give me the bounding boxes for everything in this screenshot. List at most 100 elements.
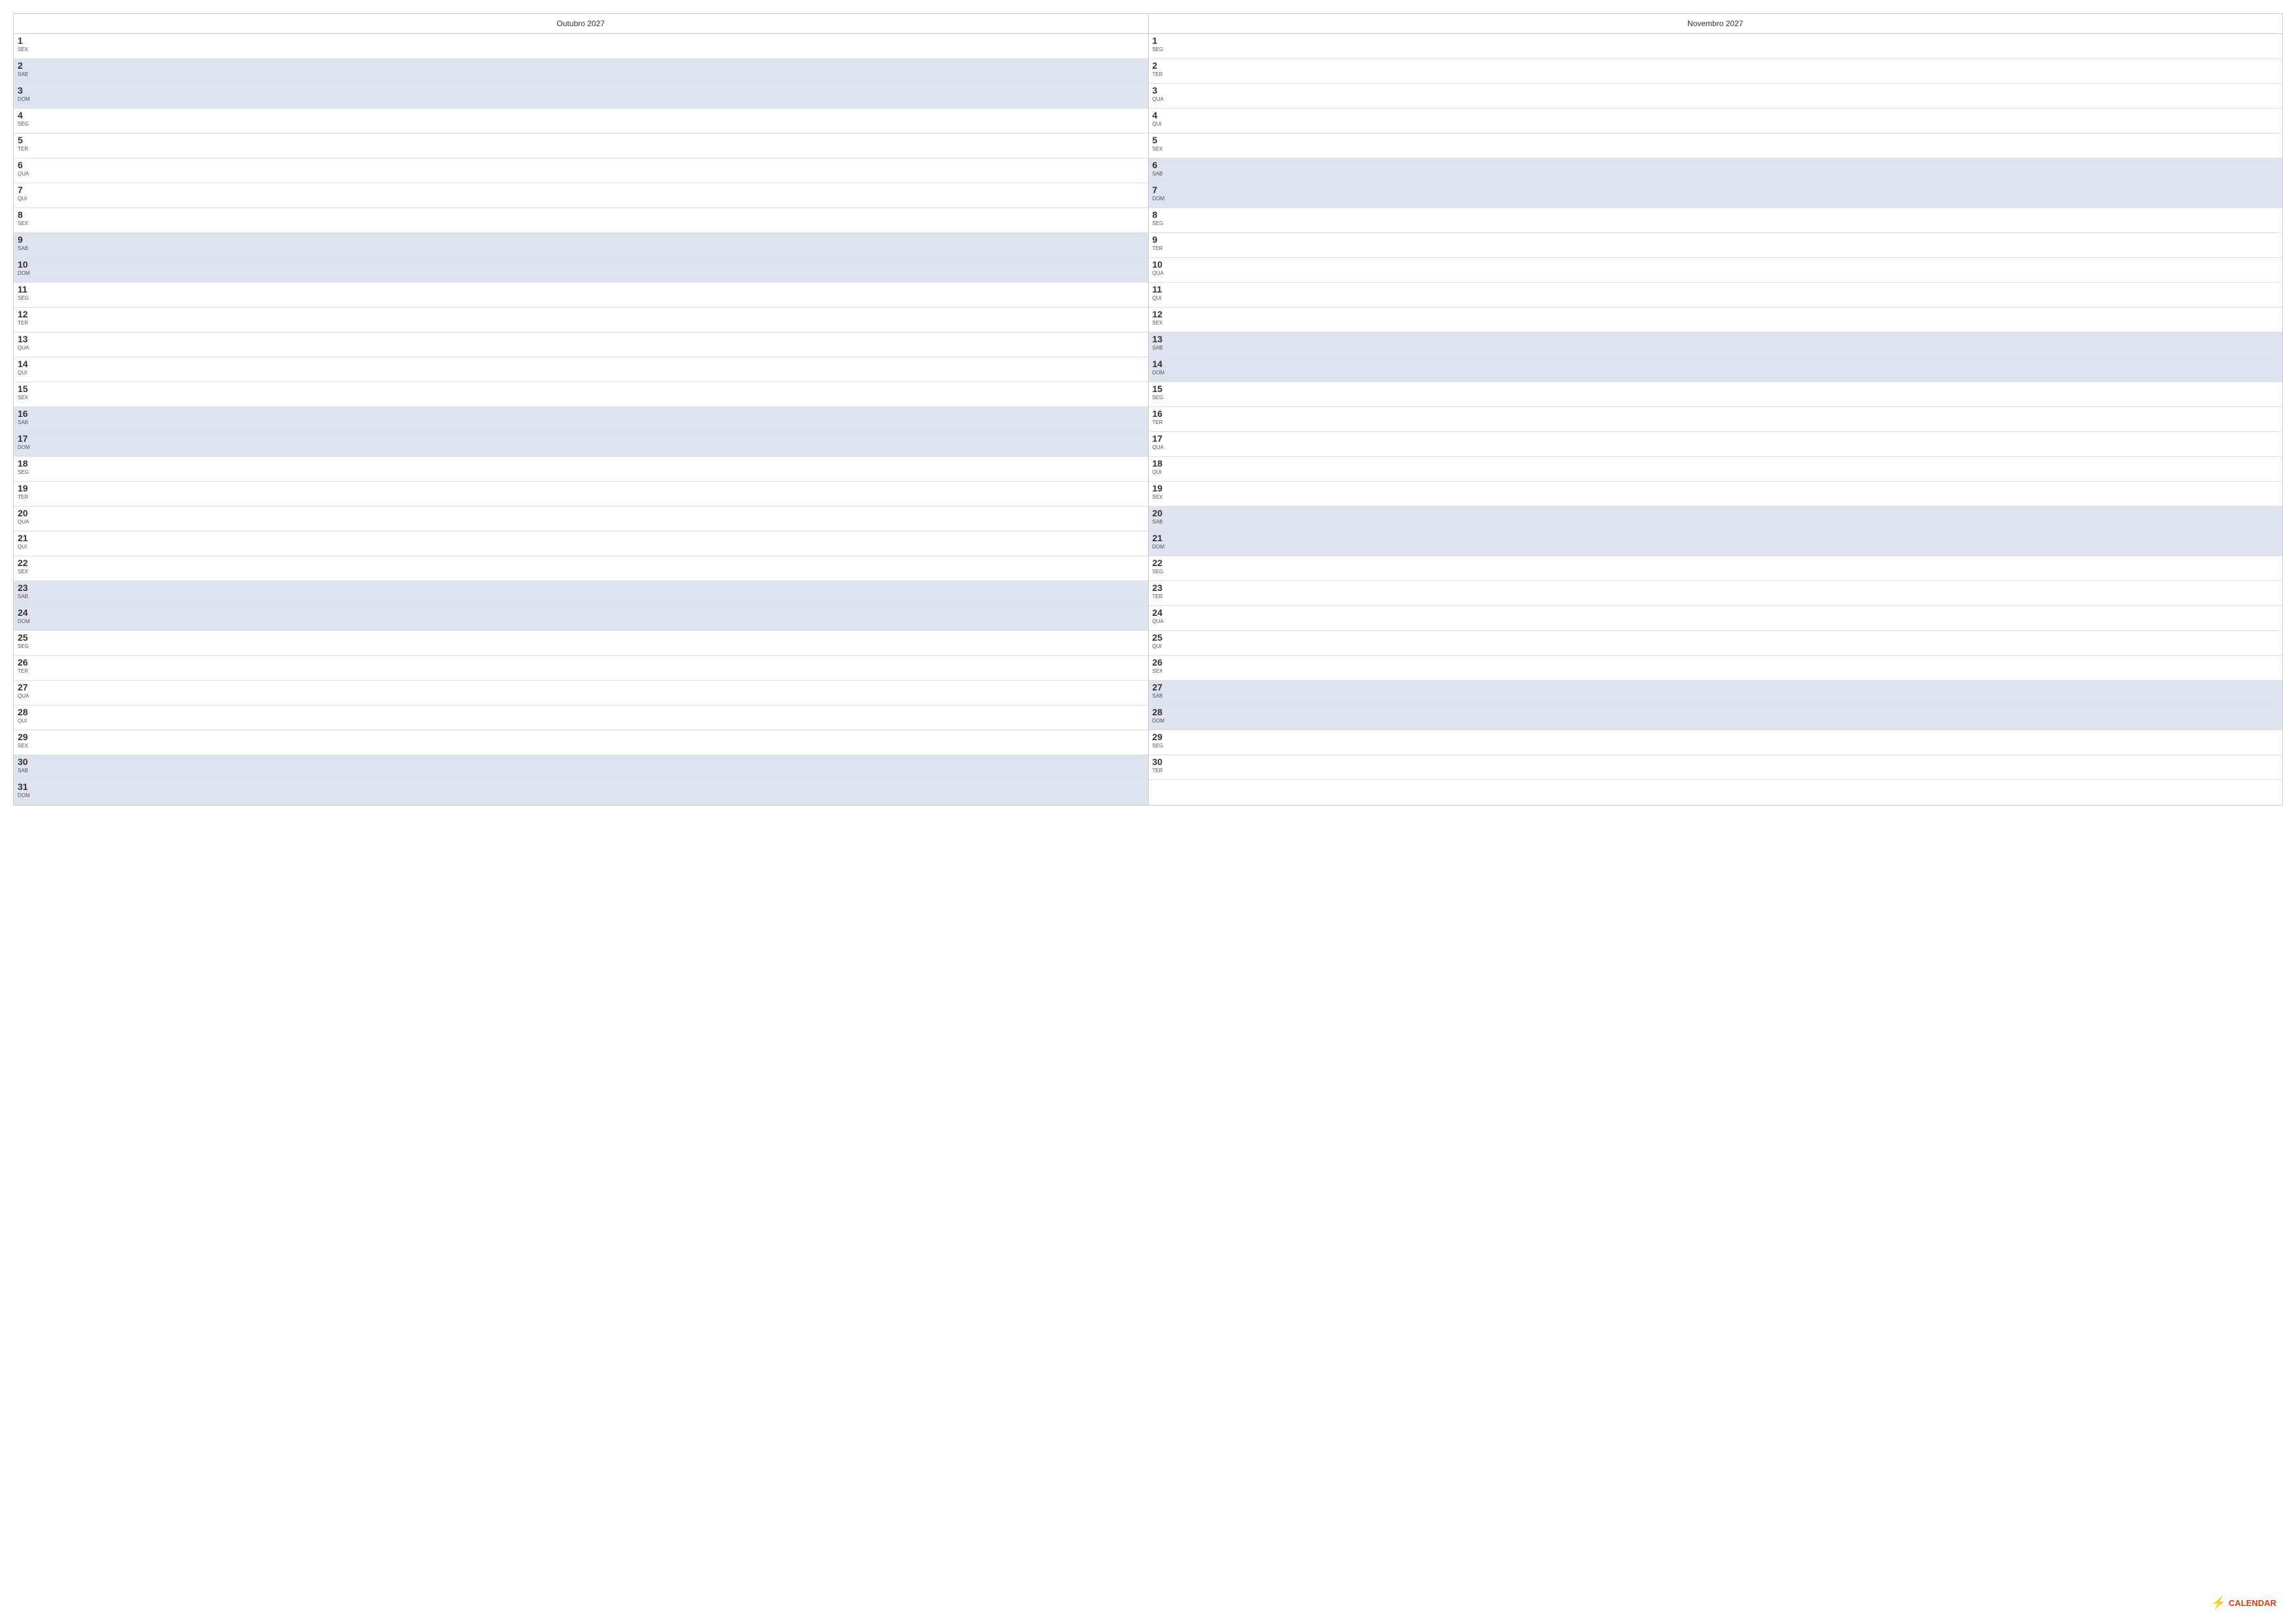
day-name: QUA xyxy=(18,345,36,351)
day-row[interactable]: 20QUA xyxy=(14,507,1148,531)
day-number: 7 xyxy=(1153,185,1171,196)
day-number: 15 xyxy=(18,383,36,395)
day-row[interactable]: 17QUA xyxy=(1149,432,2283,457)
day-row[interactable]: 1SEG xyxy=(1149,34,2283,59)
day-name: QUI xyxy=(1153,643,1171,650)
day-row[interactable]: 18SEG xyxy=(14,457,1148,482)
day-row[interactable]: 4QUI xyxy=(1149,109,2283,134)
day-row[interactable]: 25SEG xyxy=(14,631,1148,656)
day-name: SAB xyxy=(1153,171,1171,177)
day-number-block: 9SAB xyxy=(18,234,36,251)
day-row[interactable]: 11SEG xyxy=(14,283,1148,308)
day-row[interactable]: 18QUI xyxy=(1149,457,2283,482)
day-number: 16 xyxy=(18,408,36,419)
day-row[interactable]: 13SAB xyxy=(1149,332,2283,357)
day-row[interactable]: 7DOM xyxy=(1149,183,2283,208)
day-row[interactable]: 4SEG xyxy=(14,109,1148,134)
day-name: DOM xyxy=(18,793,36,799)
day-number: 2 xyxy=(18,60,36,71)
day-number: 27 xyxy=(18,682,36,693)
day-row[interactable]: 19TER xyxy=(14,482,1148,507)
day-row[interactable]: 7QUI xyxy=(14,183,1148,208)
day-row[interactable]: 25QUI xyxy=(1149,631,2283,656)
day-row[interactable]: 14DOM xyxy=(1149,357,2283,382)
day-name: DOM xyxy=(18,96,36,103)
day-row[interactable]: 8SEX xyxy=(14,208,1148,233)
day-row[interactable]: 30SAB xyxy=(14,755,1148,780)
day-row[interactable]: 24QUA xyxy=(1149,606,2283,631)
day-row[interactable]: 27SAB xyxy=(1149,681,2283,705)
day-row[interactable]: 12SEX xyxy=(1149,308,2283,332)
day-row[interactable]: 28QUI xyxy=(14,705,1148,730)
day-number-block: 4QUI xyxy=(1153,110,1171,127)
day-row[interactable]: 6SAB xyxy=(1149,158,2283,183)
day-row[interactable]: 21DOM xyxy=(1149,531,2283,556)
day-row[interactable]: 27QUA xyxy=(14,681,1148,705)
calendar-page: Outubro 20271SEX2SAB3DOM4SEG5TER6QUA7QUI… xyxy=(0,0,2296,1623)
day-number-block: 7QUI xyxy=(18,185,36,202)
day-row[interactable]: 16TER xyxy=(1149,407,2283,432)
day-name: TER xyxy=(18,668,36,675)
day-number-block: 17QUA xyxy=(1153,433,1171,450)
day-number-block: 19TER xyxy=(18,483,36,500)
day-row[interactable]: 29SEX xyxy=(14,730,1148,755)
day-number-block: 5SEX xyxy=(1153,135,1171,152)
day-number-block: 11SEG xyxy=(18,284,36,301)
day-number-block: 6SAB xyxy=(1153,160,1171,177)
day-row[interactable]: 3QUA xyxy=(1149,84,2283,109)
day-row[interactable]: 22SEX xyxy=(14,556,1148,581)
day-row[interactable]: 10DOM xyxy=(14,258,1148,283)
day-name: SEX xyxy=(18,221,36,227)
day-row[interactable]: 9TER xyxy=(1149,233,2283,258)
day-row[interactable]: 16SAB xyxy=(14,407,1148,432)
day-name: SEG xyxy=(1153,569,1171,575)
day-row[interactable]: 6QUA xyxy=(14,158,1148,183)
day-row[interactable]: 20SAB xyxy=(1149,507,2283,531)
day-row[interactable]: 24DOM xyxy=(14,606,1148,631)
day-row[interactable]: 21QUI xyxy=(14,531,1148,556)
day-number-block: 30TER xyxy=(1153,757,1171,774)
day-row[interactable]: 15SEX xyxy=(14,382,1148,407)
day-number-block: 1SEX xyxy=(18,35,36,52)
day-row[interactable]: 29SEG xyxy=(1149,730,2283,755)
day-row[interactable]: 19SEX xyxy=(1149,482,2283,507)
day-row[interactable]: 26TER xyxy=(14,656,1148,681)
day-number-block: 13QUA xyxy=(18,334,36,351)
day-number-block: 23SAB xyxy=(18,582,36,599)
day-row[interactable]: 23SAB xyxy=(14,581,1148,606)
day-name: SEG xyxy=(18,469,36,476)
day-row[interactable]: 31DOM xyxy=(14,780,1148,805)
day-row[interactable]: 30TER xyxy=(1149,755,2283,780)
day-row[interactable]: 3DOM xyxy=(14,84,1148,109)
day-row[interactable]: 14QUI xyxy=(14,357,1148,382)
day-number-block: 7DOM xyxy=(1153,185,1171,202)
day-number: 11 xyxy=(1153,284,1171,295)
day-row[interactable]: 5TER xyxy=(14,134,1148,158)
day-number: 23 xyxy=(18,582,36,594)
day-number: 21 xyxy=(1153,533,1171,544)
day-row[interactable]: 11QUI xyxy=(1149,283,2283,308)
day-row[interactable]: 15SEG xyxy=(1149,382,2283,407)
day-row[interactable]: 12TER xyxy=(14,308,1148,332)
day-row[interactable]: 8SEG xyxy=(1149,208,2283,233)
day-row[interactable]: 22SEG xyxy=(1149,556,2283,581)
day-row[interactable]: 26SEX xyxy=(1149,656,2283,681)
day-name: SEG xyxy=(1153,743,1171,749)
day-number: 29 xyxy=(1153,732,1171,743)
day-row[interactable]: 9SAB xyxy=(14,233,1148,258)
day-row[interactable]: 1SEX xyxy=(14,34,1148,59)
day-number: 26 xyxy=(1153,657,1171,668)
day-number-block: 28QUI xyxy=(18,707,36,724)
day-row[interactable]: 2TER xyxy=(1149,59,2283,84)
day-row[interactable]: 5SEX xyxy=(1149,134,2283,158)
day-row[interactable]: 23TER xyxy=(1149,581,2283,606)
day-number-block: 18SEG xyxy=(18,458,36,475)
day-row[interactable]: 2SAB xyxy=(14,59,1148,84)
day-row[interactable]: 17DOM xyxy=(14,432,1148,457)
day-number: 5 xyxy=(18,135,36,146)
day-number: 25 xyxy=(18,632,36,643)
day-row[interactable]: 13QUA xyxy=(14,332,1148,357)
day-row[interactable]: 10QUA xyxy=(1149,258,2283,283)
day-number: 9 xyxy=(18,234,36,245)
day-row[interactable]: 28DOM xyxy=(1149,705,2283,730)
